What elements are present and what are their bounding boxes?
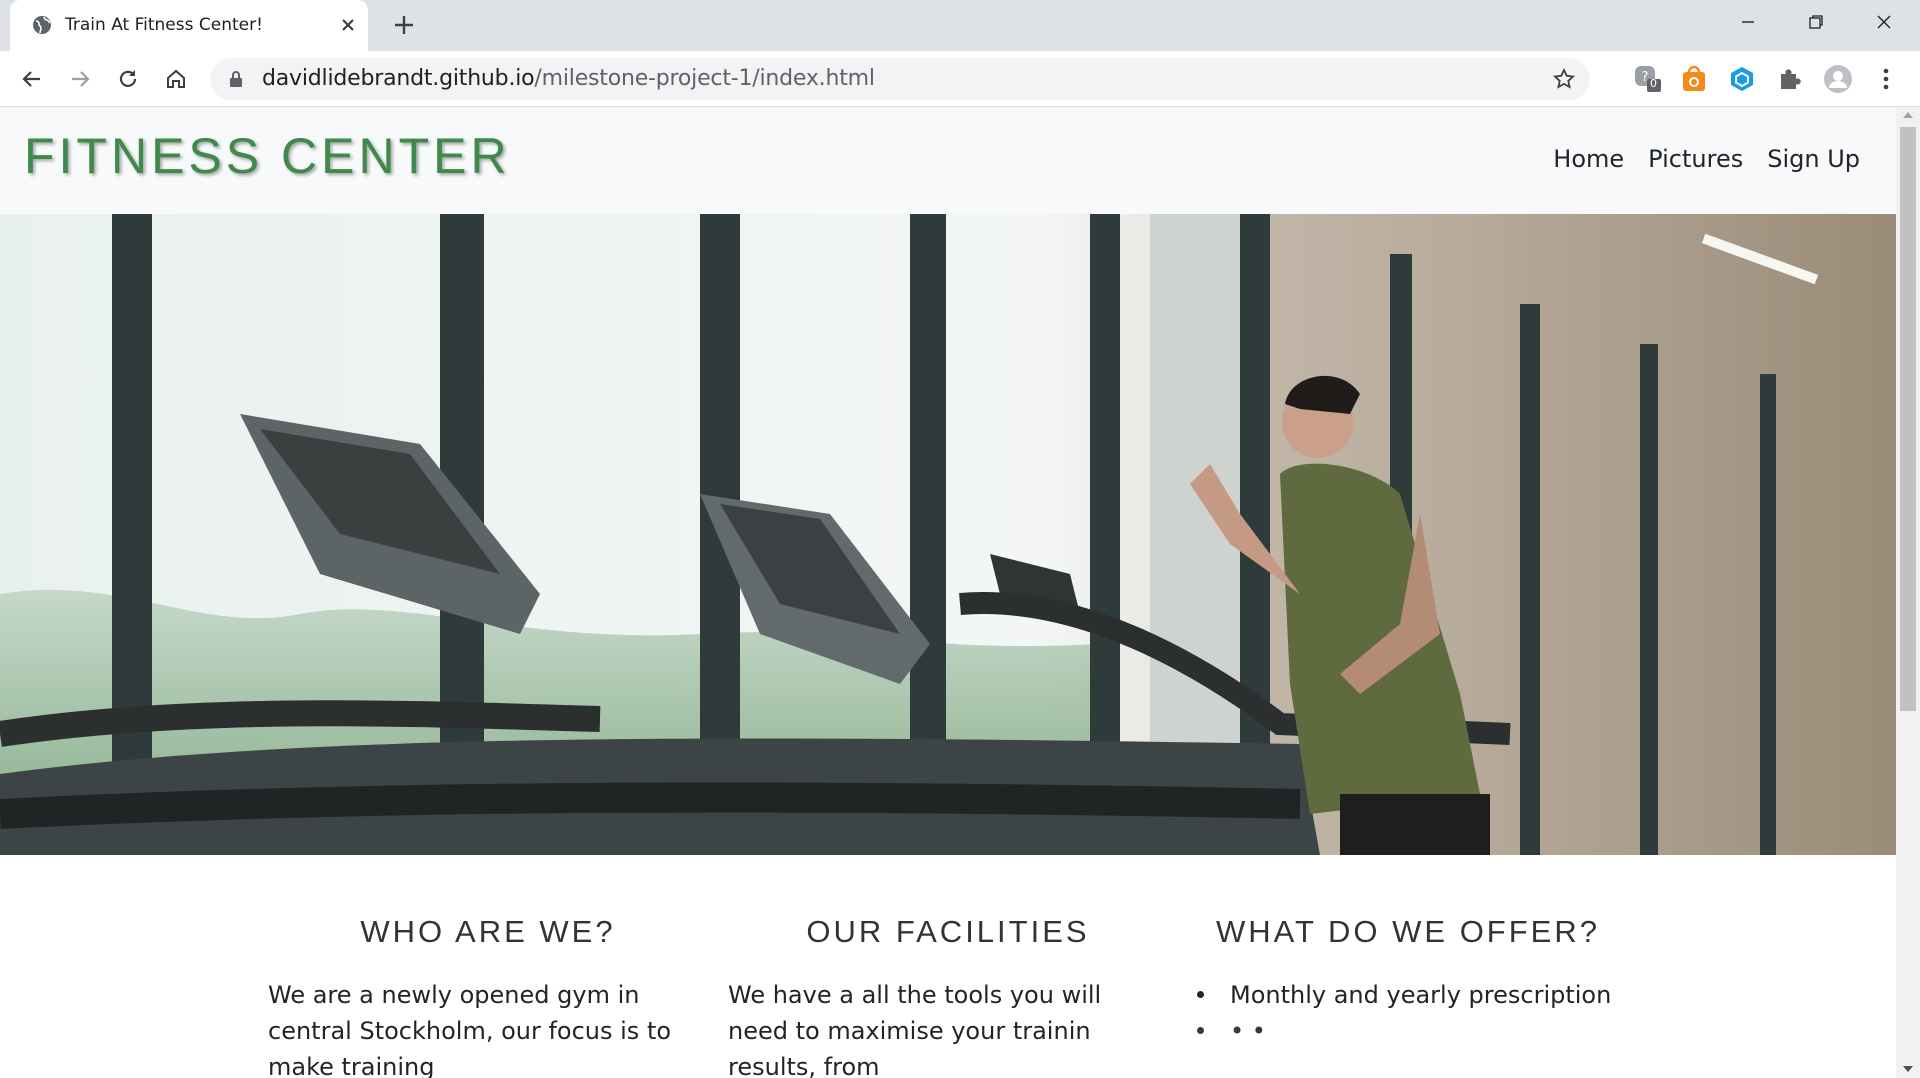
scroll-thumb[interactable] xyxy=(1900,127,1916,711)
site-header: FITNESS CENTER Home Pictures Sign Up xyxy=(0,107,1896,214)
tab-title: Train At Fitness Center! xyxy=(65,15,263,35)
address-bar[interactable]: davidlidebrandt.github.io/milestone-proj… xyxy=(210,58,1590,100)
hexagon-icon xyxy=(1731,67,1753,91)
browser-tab[interactable]: Train At Fitness Center! xyxy=(10,0,368,51)
forward-button[interactable] xyxy=(65,64,95,94)
back-button[interactable] xyxy=(17,64,47,94)
scroll-up-arrow-icon[interactable] xyxy=(1903,112,1913,118)
close-tab-icon[interactable] xyxy=(336,13,360,37)
globe-icon xyxy=(33,16,51,34)
new-tab-icon[interactable] xyxy=(390,11,418,39)
more-vertical-icon xyxy=(1883,68,1889,90)
home-icon xyxy=(167,69,185,88)
feature-heading: WHAT DO WE OFFER? xyxy=(1216,914,1600,949)
url-path: /milestone-project-1/index.html xyxy=(534,66,875,91)
url-host: davidlidebrandt.github.io xyxy=(262,66,535,91)
extension-badge: 0 xyxy=(1650,77,1657,90)
home-button[interactable] xyxy=(161,64,191,94)
list-item: • • xyxy=(1188,1013,1611,1049)
minimize-button[interactable] xyxy=(1714,0,1782,44)
nav-home-link[interactable]: Home xyxy=(1553,145,1624,173)
profile-button[interactable] xyxy=(1822,63,1854,95)
extension-button[interactable]: ? 0 xyxy=(1632,63,1664,95)
features-section: WHO ARE WE? We are a newly opened gym in… xyxy=(0,855,1896,1078)
page-scrollbar[interactable] xyxy=(1896,107,1920,1078)
feature-heading: OUR FACILITIES xyxy=(806,914,1090,949)
nav-pictures-link[interactable]: Pictures xyxy=(1648,145,1743,173)
arrow-right-icon xyxy=(72,71,90,87)
reload-button[interactable] xyxy=(113,64,143,94)
browser-toolbar: davidlidebrandt.github.io/milestone-proj… xyxy=(0,51,1920,107)
extension-button[interactable] xyxy=(1726,63,1758,95)
shopping-bag-icon xyxy=(1683,65,1705,91)
reload-icon xyxy=(119,70,137,87)
offer-list: Monthly and yearly prescription • • xyxy=(1188,977,1611,1049)
page-viewport: FITNESS CENTER Home Pictures Sign Up WHO… xyxy=(0,107,1896,1078)
extension-button[interactable] xyxy=(1678,63,1710,95)
restore-button[interactable] xyxy=(1782,0,1850,44)
feature-heading: WHO ARE WE? xyxy=(360,914,616,949)
avatar-icon xyxy=(1824,65,1852,93)
close-icon xyxy=(1877,15,1891,29)
lock-icon[interactable] xyxy=(226,69,246,89)
browser-menu-button[interactable] xyxy=(1870,63,1902,95)
extensions-menu-button[interactable] xyxy=(1774,63,1806,95)
nav-signup-link[interactable]: Sign Up xyxy=(1767,145,1860,173)
star-icon[interactable] xyxy=(1552,67,1576,91)
site-logo[interactable]: FITNESS CENTER xyxy=(24,127,511,185)
feature-text: We have a all the tools you will need to… xyxy=(728,981,1102,1078)
scroll-down-arrow-icon[interactable] xyxy=(1903,1066,1913,1072)
list-item: Monthly and yearly prescription xyxy=(1188,977,1611,1013)
hero-image xyxy=(0,214,1896,855)
minimize-icon xyxy=(1742,21,1754,23)
puzzle-icon xyxy=(1781,69,1801,89)
site-nav: Home Pictures Sign Up xyxy=(1553,145,1860,173)
arrow-left-icon xyxy=(22,71,40,87)
hero-treadmill-illustration xyxy=(0,214,1896,855)
url-text[interactable]: davidlidebrandt.github.io/milestone-proj… xyxy=(262,58,875,100)
close-window-button[interactable] xyxy=(1850,0,1918,44)
restore-icon xyxy=(1809,15,1823,29)
extension-question-icon: ? xyxy=(1635,66,1661,92)
feature-text: We are a newly opened gym in central Sto… xyxy=(268,981,672,1078)
browser-tab-strip: Train At Fitness Center! xyxy=(0,0,1920,51)
